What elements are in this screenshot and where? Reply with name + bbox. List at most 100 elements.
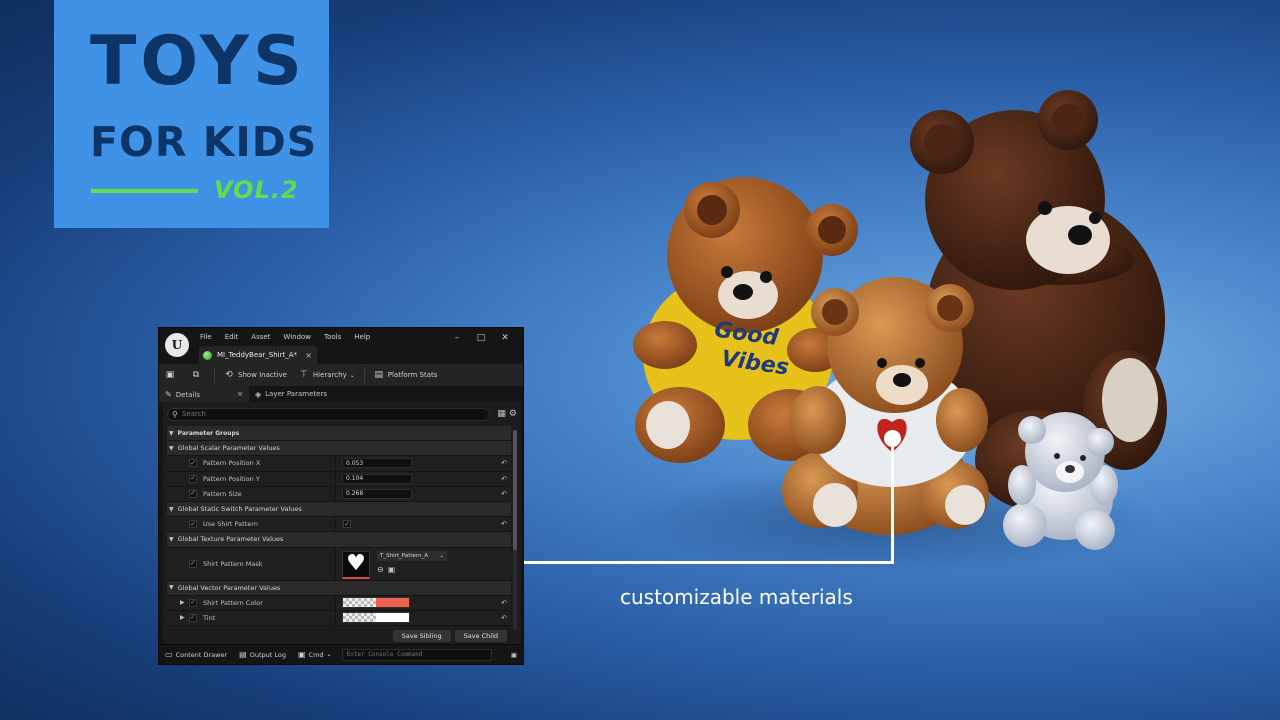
menu-asset[interactable]: Asset bbox=[251, 333, 270, 341]
pattern-position-y-field[interactable]: 0.104 bbox=[342, 473, 412, 484]
scrollbar[interactable] bbox=[513, 430, 517, 630]
reset-icon[interactable]: ↶ bbox=[501, 614, 507, 622]
reset-icon[interactable]: ↶ bbox=[501, 520, 507, 528]
tint-color-swatch[interactable] bbox=[342, 612, 410, 624]
platform-stats-button[interactable]: ▤ Platform Stats bbox=[368, 364, 444, 386]
param-label: Shirt Pattern Mask bbox=[203, 559, 263, 568]
color-fill bbox=[376, 613, 409, 623]
output-log-button[interactable]: ▤ Output Log bbox=[233, 645, 292, 665]
toolbar: ▣ ⧉ ⟲ Show Inactive ⊤ Hierarchy ⌄ ▤ Plat… bbox=[159, 364, 523, 386]
expand-arrow-icon[interactable]: ▶ bbox=[180, 614, 185, 621]
output-log-icon: ▤ bbox=[239, 650, 247, 659]
hierarchy-button[interactable]: ⊤ Hierarchy ⌄ bbox=[293, 364, 361, 386]
menu-help[interactable]: Help bbox=[354, 333, 370, 341]
param-use-shirt-pattern: ✓ Use Shirt Pattern ✓ ↶ bbox=[167, 517, 511, 533]
param-pattern-position-y: ✓ Pattern Position Y 0.104 ↶ bbox=[167, 471, 511, 487]
title-card: TOYS FOR KIDS VOL.2 bbox=[54, 0, 329, 228]
use-shirt-pattern-checkbox[interactable]: ✓ bbox=[343, 520, 351, 529]
column-divider bbox=[335, 456, 336, 471]
override-checkbox[interactable]: ✓ bbox=[189, 613, 197, 622]
tab-close-icon[interactable]: × bbox=[305, 351, 312, 360]
override-checkbox[interactable]: ✓ bbox=[189, 520, 197, 529]
search-box: ⚲ bbox=[167, 407, 491, 421]
asset-tab-label: MI_TeddyBear_Shirt_A* bbox=[217, 351, 298, 359]
hierarchy-label: Hierarchy bbox=[312, 371, 347, 379]
chevron-down-icon: ⌄ bbox=[349, 371, 355, 379]
reset-icon[interactable]: ↶ bbox=[501, 490, 507, 498]
browse-icon: ⧉ bbox=[192, 370, 200, 380]
tab-details[interactable]: ✎ Details × bbox=[159, 386, 249, 402]
search-input[interactable] bbox=[181, 410, 490, 418]
save-button[interactable]: ▣ bbox=[159, 364, 185, 386]
collapse-arrow-icon: ▼ bbox=[169, 535, 174, 543]
unreal-logo-icon[interactable]: U bbox=[165, 333, 189, 357]
toolbar-separator bbox=[214, 367, 215, 383]
white-shirt-bear bbox=[782, 277, 989, 535]
group-vector[interactable]: ▼ Global Vector Parameter Values bbox=[167, 580, 511, 596]
param-label: Shirt Pattern Color bbox=[203, 598, 263, 607]
tab-details-label: Details bbox=[175, 390, 200, 399]
column-divider bbox=[335, 517, 336, 532]
save-icon: ▣ bbox=[165, 370, 175, 380]
save-buttons: Save Sibling Save Child bbox=[392, 630, 507, 642]
override-checkbox[interactable]: ✓ bbox=[189, 559, 197, 568]
scrollbar-thumb[interactable] bbox=[513, 430, 517, 550]
use-selected-icon[interactable]: ⊖ bbox=[377, 565, 384, 574]
hierarchy-icon: ⊤ bbox=[299, 370, 308, 380]
tab-layer-parameters[interactable]: ◈ Layer Parameters bbox=[249, 386, 333, 402]
table-view-icon[interactable]: ▦ bbox=[497, 409, 506, 419]
override-checkbox[interactable]: ✓ bbox=[189, 489, 197, 498]
save-sibling-button[interactable]: Save Sibling bbox=[392, 630, 451, 642]
texture-actions: ⊖ ▣ bbox=[377, 565, 395, 574]
override-checkbox[interactable]: ✓ bbox=[189, 459, 197, 468]
reset-icon[interactable]: ↶ bbox=[501, 475, 507, 483]
close-icon[interactable]: ✕ bbox=[493, 333, 517, 343]
maximize-icon[interactable]: □ bbox=[469, 333, 493, 343]
terminal-icon: ▣ bbox=[297, 650, 306, 659]
browse-asset-icon[interactable]: ▣ bbox=[388, 565, 396, 574]
chevron-down-icon: ⌄ bbox=[439, 552, 444, 559]
reset-icon[interactable]: ↶ bbox=[501, 599, 507, 607]
group-scalar[interactable]: ▼ Global Scalar Parameter Values bbox=[167, 441, 511, 457]
shirt-pattern-color-swatch[interactable] bbox=[342, 597, 410, 609]
override-checkbox[interactable]: ✓ bbox=[189, 598, 197, 607]
save-child-button[interactable]: Save Child bbox=[454, 630, 507, 642]
pattern-size-field[interactable]: 0.268 bbox=[342, 488, 412, 499]
pattern-position-x-field[interactable]: 0.053 bbox=[342, 458, 412, 469]
content-drawer-button[interactable]: ▭ Content Drawer bbox=[159, 645, 233, 665]
group-parameter-groups[interactable]: ▼ Parameter Groups bbox=[167, 426, 511, 442]
group-static-switch[interactable]: ▼ Global Static Switch Parameter Values bbox=[167, 501, 511, 518]
source-control-icon[interactable]: ▣ bbox=[505, 645, 523, 665]
title-line2: FOR KIDS bbox=[90, 118, 318, 166]
cmd-dropdown[interactable]: ▣ Cmd ⌄ bbox=[292, 645, 338, 665]
menu-edit[interactable]: Edit bbox=[225, 333, 239, 341]
param-label: Use Shirt Pattern bbox=[203, 520, 258, 529]
param-label: Pattern Position Y bbox=[203, 474, 260, 483]
callout-dot bbox=[884, 430, 901, 447]
asset-tab[interactable]: MI_TeddyBear_Shirt_A* × bbox=[199, 346, 317, 364]
menu-file[interactable]: File bbox=[200, 333, 212, 341]
override-checkbox[interactable]: ✓ bbox=[189, 474, 197, 483]
status-bar: ▭ Content Drawer ▤ Output Log ▣ Cmd ⌄ ▣ bbox=[159, 644, 523, 664]
platform-stats-label: Platform Stats bbox=[387, 371, 438, 379]
settings-gear-icon[interactable]: ⚙ bbox=[509, 409, 517, 419]
output-log-label: Output Log bbox=[249, 650, 286, 659]
texture-asset-dropdown[interactable]: T_Shirt_Pattern_A ⌄ bbox=[377, 550, 447, 561]
browse-button[interactable]: ⧉ bbox=[185, 364, 211, 386]
volume-label: VOL.2 bbox=[214, 176, 299, 204]
expand-arrow-icon[interactable]: ▶ bbox=[180, 599, 185, 606]
tab-details-close-icon[interactable]: × bbox=[237, 390, 243, 398]
collapse-arrow-icon: ▼ bbox=[169, 584, 174, 592]
search-icon: ⚲ bbox=[172, 409, 178, 419]
menu-window[interactable]: Window bbox=[283, 333, 311, 341]
heart-texture-thumbnail[interactable]: ♥ bbox=[342, 550, 370, 579]
collapse-arrow-icon: ▼ bbox=[169, 505, 174, 513]
show-inactive-button[interactable]: ⟲ Show Inactive bbox=[218, 364, 293, 386]
alpha-checker bbox=[343, 613, 376, 623]
column-divider bbox=[335, 547, 336, 580]
minimize-icon[interactable]: – bbox=[445, 333, 469, 343]
console-command-input[interactable] bbox=[341, 648, 492, 661]
menu-tools[interactable]: Tools bbox=[324, 333, 341, 341]
group-texture[interactable]: ▼ Global Texture Parameter Values bbox=[167, 532, 511, 548]
reset-icon[interactable]: ↶ bbox=[501, 459, 507, 467]
